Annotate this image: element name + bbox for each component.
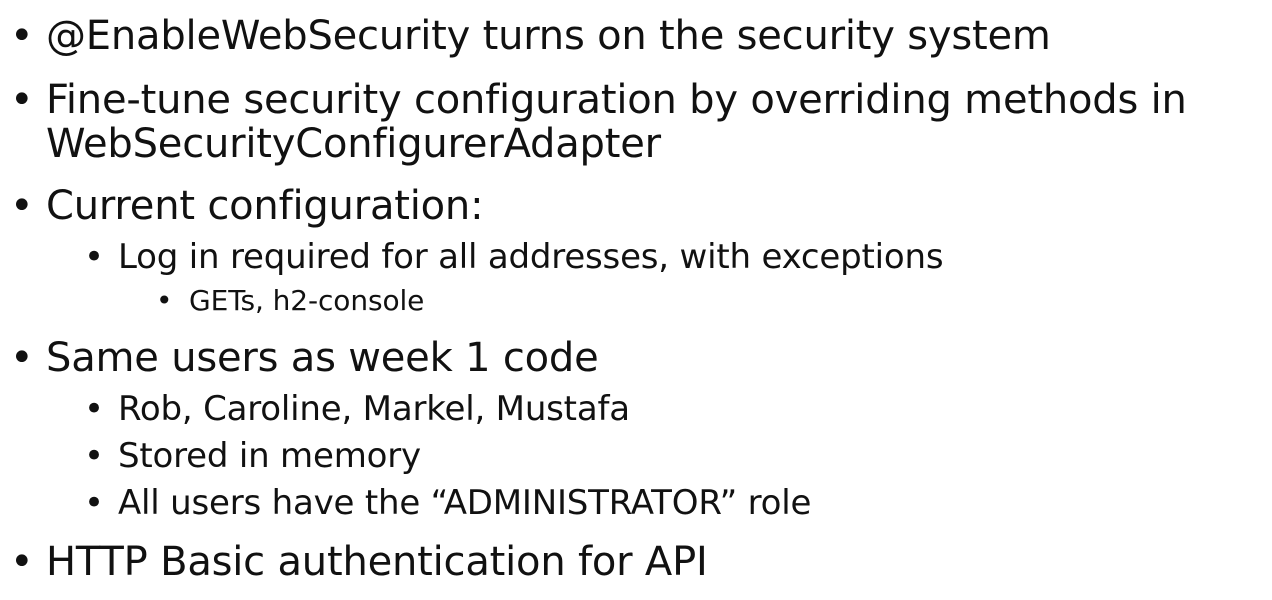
- sub-sub-bullet-exceptions: GETs, h2-console: [189, 284, 425, 317]
- sub-sub-bullet-marker: •: [156, 284, 173, 317]
- bullet-marker: •: [10, 77, 34, 123]
- bullet-item-fine-tune-continuation: WebSecurityConfigurerAdapter: [46, 121, 661, 167]
- bullet-marker: •: [10, 13, 34, 59]
- sub-bullet-user-names: Rob, Caroline, Markel, Mustafa: [118, 389, 630, 429]
- sub-bullet-marker: •: [84, 483, 104, 523]
- bullet-item-fine-tune: Fine-tune security configuration by over…: [46, 77, 1187, 123]
- sub-bullet-marker: •: [84, 237, 104, 277]
- bullet-item-current-configuration: Current configuration:: [46, 183, 484, 229]
- sub-bullet-administrator-role: All users have the “ADMINISTRATOR” role: [118, 483, 812, 523]
- sub-bullet-stored-in-memory: Stored in memory: [118, 436, 421, 476]
- slide: • @EnableWebSecurity turns on the securi…: [0, 0, 1272, 600]
- bullet-marker: •: [10, 183, 34, 229]
- bullet-marker: •: [10, 539, 34, 585]
- sub-bullet-login-required: Log in required for all addresses, with …: [118, 237, 944, 277]
- sub-bullet-marker: •: [84, 436, 104, 476]
- bullet-item-enable-web-security: @EnableWebSecurity turns on the security…: [46, 13, 1051, 59]
- sub-bullet-marker: •: [84, 389, 104, 429]
- bullet-item-same-users: Same users as week 1 code: [46, 335, 599, 381]
- bullet-marker: •: [10, 335, 34, 381]
- bullet-item-http-basic: HTTP Basic authentication for API: [46, 539, 708, 585]
